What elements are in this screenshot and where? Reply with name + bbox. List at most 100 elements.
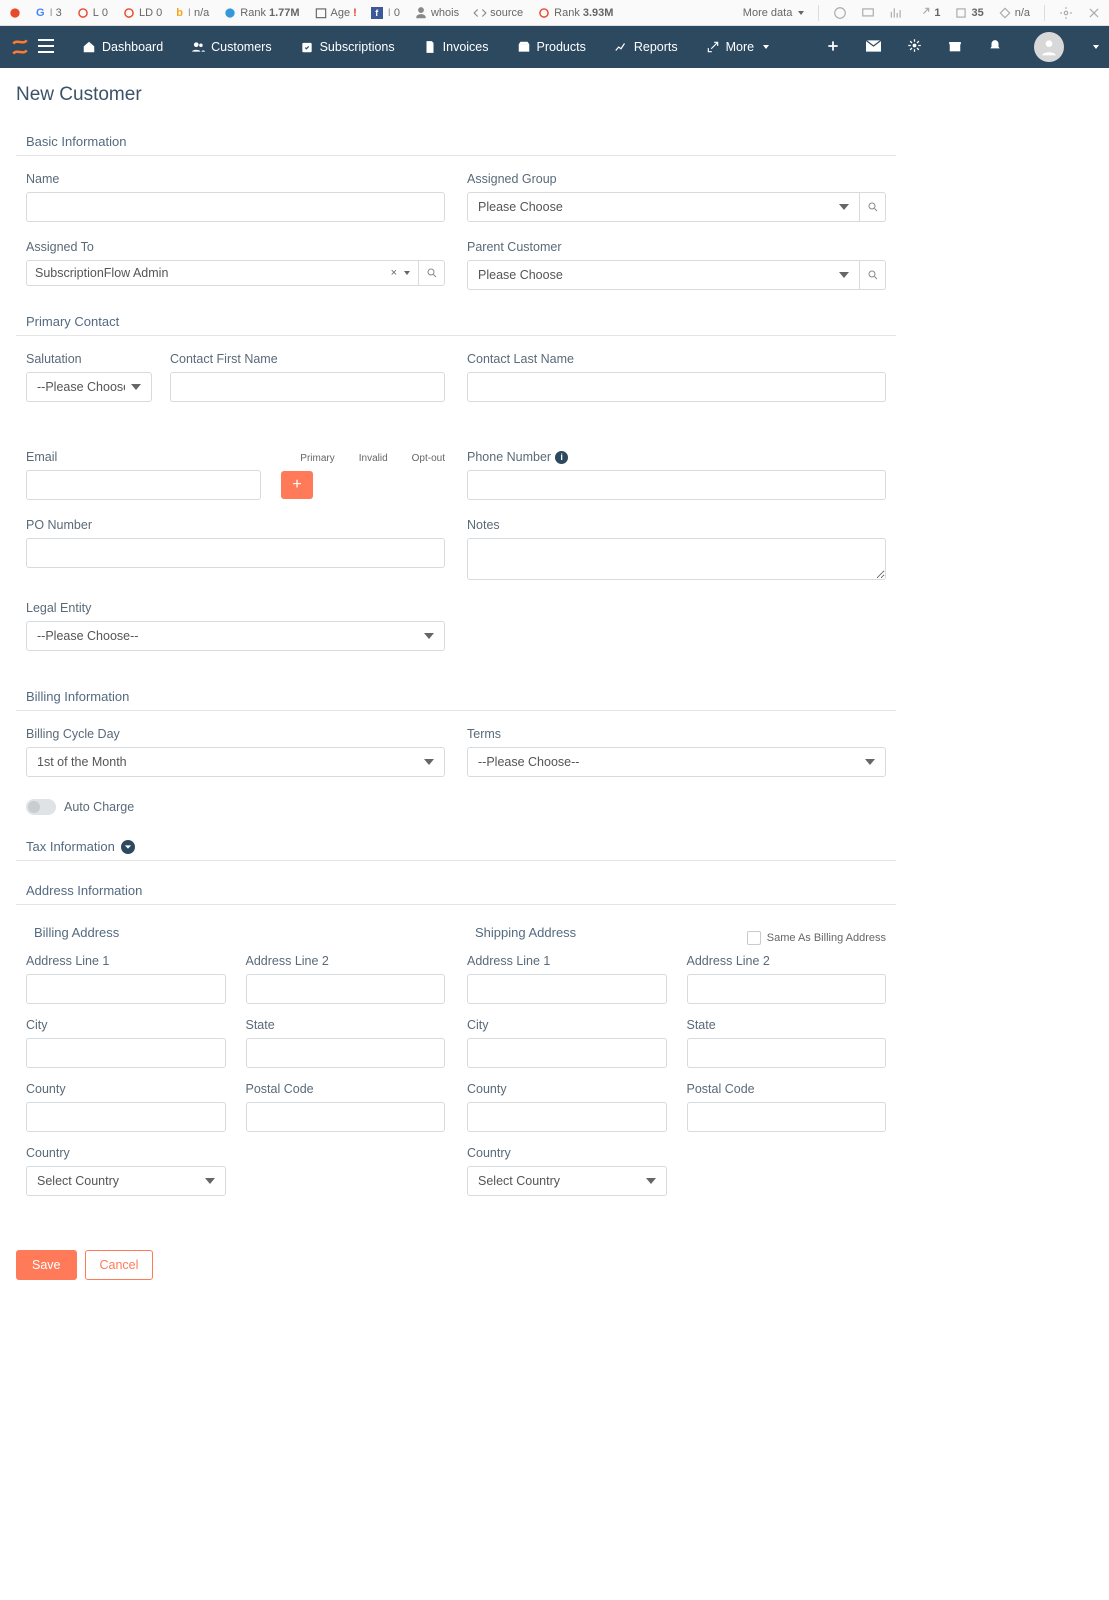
cancel-button[interactable]: Cancel xyxy=(85,1250,154,1280)
nav-add-icon[interactable] xyxy=(826,39,840,56)
label-phone: Phone Numberi xyxy=(467,450,886,464)
chevron-down-icon xyxy=(121,840,135,854)
label-first-name: Contact First Name xyxy=(170,352,445,366)
label-ship-state: State xyxy=(687,1018,887,1032)
notes-textarea[interactable] xyxy=(467,538,886,580)
ext-whois[interactable]: whois xyxy=(414,6,459,20)
ext-rank1[interactable]: Rank1.77M xyxy=(223,6,299,20)
ext-ext3[interactable]: n/a xyxy=(998,6,1030,20)
label-bcd: Billing Cycle Day xyxy=(26,727,445,741)
name-input[interactable] xyxy=(26,192,445,222)
assigned-to-select[interactable]: SubscriptionFlow Admin × xyxy=(26,260,419,286)
ext-screen-icon[interactable] xyxy=(861,6,875,20)
nav-reports[interactable]: Reports xyxy=(600,26,692,68)
section-tax[interactable]: Tax Information xyxy=(16,833,896,861)
user-avatar[interactable] xyxy=(1034,32,1064,62)
terms-select[interactable]: --Please Choose-- xyxy=(467,747,886,777)
ship-line2-input[interactable] xyxy=(687,974,887,1004)
ship-county-input[interactable] xyxy=(467,1102,667,1132)
ship-city-input[interactable] xyxy=(467,1038,667,1068)
email-input[interactable] xyxy=(26,470,261,500)
ext-ld[interactable]: LD0 xyxy=(122,6,162,20)
auto-charge-toggle[interactable] xyxy=(26,799,56,815)
bill-city-input[interactable] xyxy=(26,1038,226,1068)
same-as-billing-checkbox[interactable] xyxy=(747,931,761,945)
phone-input[interactable] xyxy=(467,470,886,500)
ext-ext1[interactable]: 1 xyxy=(917,6,940,20)
ext-fb[interactable]: fI0 xyxy=(371,7,400,19)
po-input[interactable] xyxy=(26,538,445,568)
label-email-invalid: Invalid xyxy=(359,453,388,464)
label-ship-line1: Address Line 1 xyxy=(467,954,667,968)
nav-mail-icon[interactable] xyxy=(866,40,881,55)
ext-l[interactable]: L0 xyxy=(76,6,108,20)
nav-dashboard[interactable]: Dashboard xyxy=(68,26,177,68)
menu-toggle-icon[interactable] xyxy=(38,39,54,56)
label-last-name: Contact Last Name xyxy=(467,352,886,366)
ext-ext2[interactable]: 35 xyxy=(954,6,983,20)
nav-gear-icon[interactable] xyxy=(907,38,922,56)
user-menu-caret[interactable] xyxy=(1093,45,1099,49)
label-po: PO Number xyxy=(26,518,445,532)
label-ship-city: City xyxy=(467,1018,667,1032)
section-basic-info: Basic Information xyxy=(16,128,896,156)
bcd-select[interactable]: 1st of the Month xyxy=(26,747,445,777)
assigned-group-search-icon[interactable] xyxy=(860,192,886,222)
label-ship-line2: Address Line 2 xyxy=(687,954,887,968)
label-email-optout: Opt-out xyxy=(412,453,445,464)
label-ship-postal: Postal Code xyxy=(687,1082,887,1096)
label-bill-line2: Address Line 2 xyxy=(246,954,446,968)
nav-products[interactable]: Products xyxy=(503,26,600,68)
bill-postal-input[interactable] xyxy=(246,1102,446,1132)
assigned-to-caret-icon[interactable] xyxy=(404,271,410,275)
ext-google[interactable]: GI3 xyxy=(36,7,62,19)
parent-customer-select[interactable]: Please Choose xyxy=(467,260,860,290)
section-address: Address Information xyxy=(16,877,896,905)
nav-subscriptions[interactable]: Subscriptions xyxy=(286,26,409,68)
phone-info-icon[interactable]: i xyxy=(555,451,568,464)
billing-address-title: Billing Address xyxy=(26,921,445,954)
bill-country-select[interactable]: Select Country xyxy=(26,1166,226,1196)
legal-entity-select[interactable]: --Please Choose-- xyxy=(26,621,445,651)
bill-state-input[interactable] xyxy=(246,1038,446,1068)
ext-gear-icon[interactable] xyxy=(1059,6,1073,20)
ship-line1-input[interactable] xyxy=(467,974,667,1004)
ext-close-icon[interactable] xyxy=(1087,6,1101,20)
ship-postal-input[interactable] xyxy=(687,1102,887,1132)
ext-icon-bug[interactable] xyxy=(8,6,22,20)
nav-invoices[interactable]: Invoices xyxy=(409,26,503,68)
last-name-input[interactable] xyxy=(467,372,886,402)
assigned-to-search-icon[interactable] xyxy=(419,260,445,286)
salutation-select[interactable]: --Please Choose-- xyxy=(26,372,152,402)
nav-more[interactable]: More xyxy=(692,26,783,68)
add-email-button[interactable]: + xyxy=(281,471,313,499)
ship-state-input[interactable] xyxy=(687,1038,887,1068)
ship-country-select[interactable]: Select Country xyxy=(467,1166,667,1196)
first-name-input[interactable] xyxy=(170,372,445,402)
nav-gift-icon[interactable] xyxy=(948,38,962,56)
bill-line2-input[interactable] xyxy=(246,974,446,1004)
parent-customer-search-icon[interactable] xyxy=(860,260,886,290)
ext-bing[interactable]: bIn/a xyxy=(176,7,209,19)
assigned-group-select[interactable]: Please Choose xyxy=(467,192,860,222)
nav-customers[interactable]: Customers xyxy=(177,26,285,68)
nav-bell-icon[interactable] xyxy=(988,38,1002,57)
assigned-to-clear-icon[interactable]: × xyxy=(391,267,397,279)
bill-line1-input[interactable] xyxy=(26,974,226,1004)
ext-rank2[interactable]: Rank3.93M xyxy=(537,6,613,20)
label-email-primary: Primary xyxy=(300,453,334,464)
label-bill-city: City xyxy=(26,1018,226,1032)
label-bill-postal: Postal Code xyxy=(246,1082,446,1096)
save-button[interactable]: Save xyxy=(16,1250,77,1280)
browser-extension-bar: GI3 L0 LD0 bIn/a Rank1.77M Age! fI0 whoi… xyxy=(0,0,1109,26)
ext-info-icon[interactable] xyxy=(833,6,847,20)
ext-source[interactable]: source xyxy=(473,6,523,20)
label-bill-line1: Address Line 1 xyxy=(26,954,226,968)
bill-county-input[interactable] xyxy=(26,1102,226,1132)
ext-chart-icon[interactable] xyxy=(889,6,903,20)
ext-age[interactable]: Age! xyxy=(314,6,357,20)
label-auto-charge: Auto Charge xyxy=(64,800,134,814)
ext-more-data[interactable]: More data xyxy=(743,7,805,19)
label-legal: Legal Entity xyxy=(26,601,445,615)
label-ship-county: County xyxy=(467,1082,667,1096)
